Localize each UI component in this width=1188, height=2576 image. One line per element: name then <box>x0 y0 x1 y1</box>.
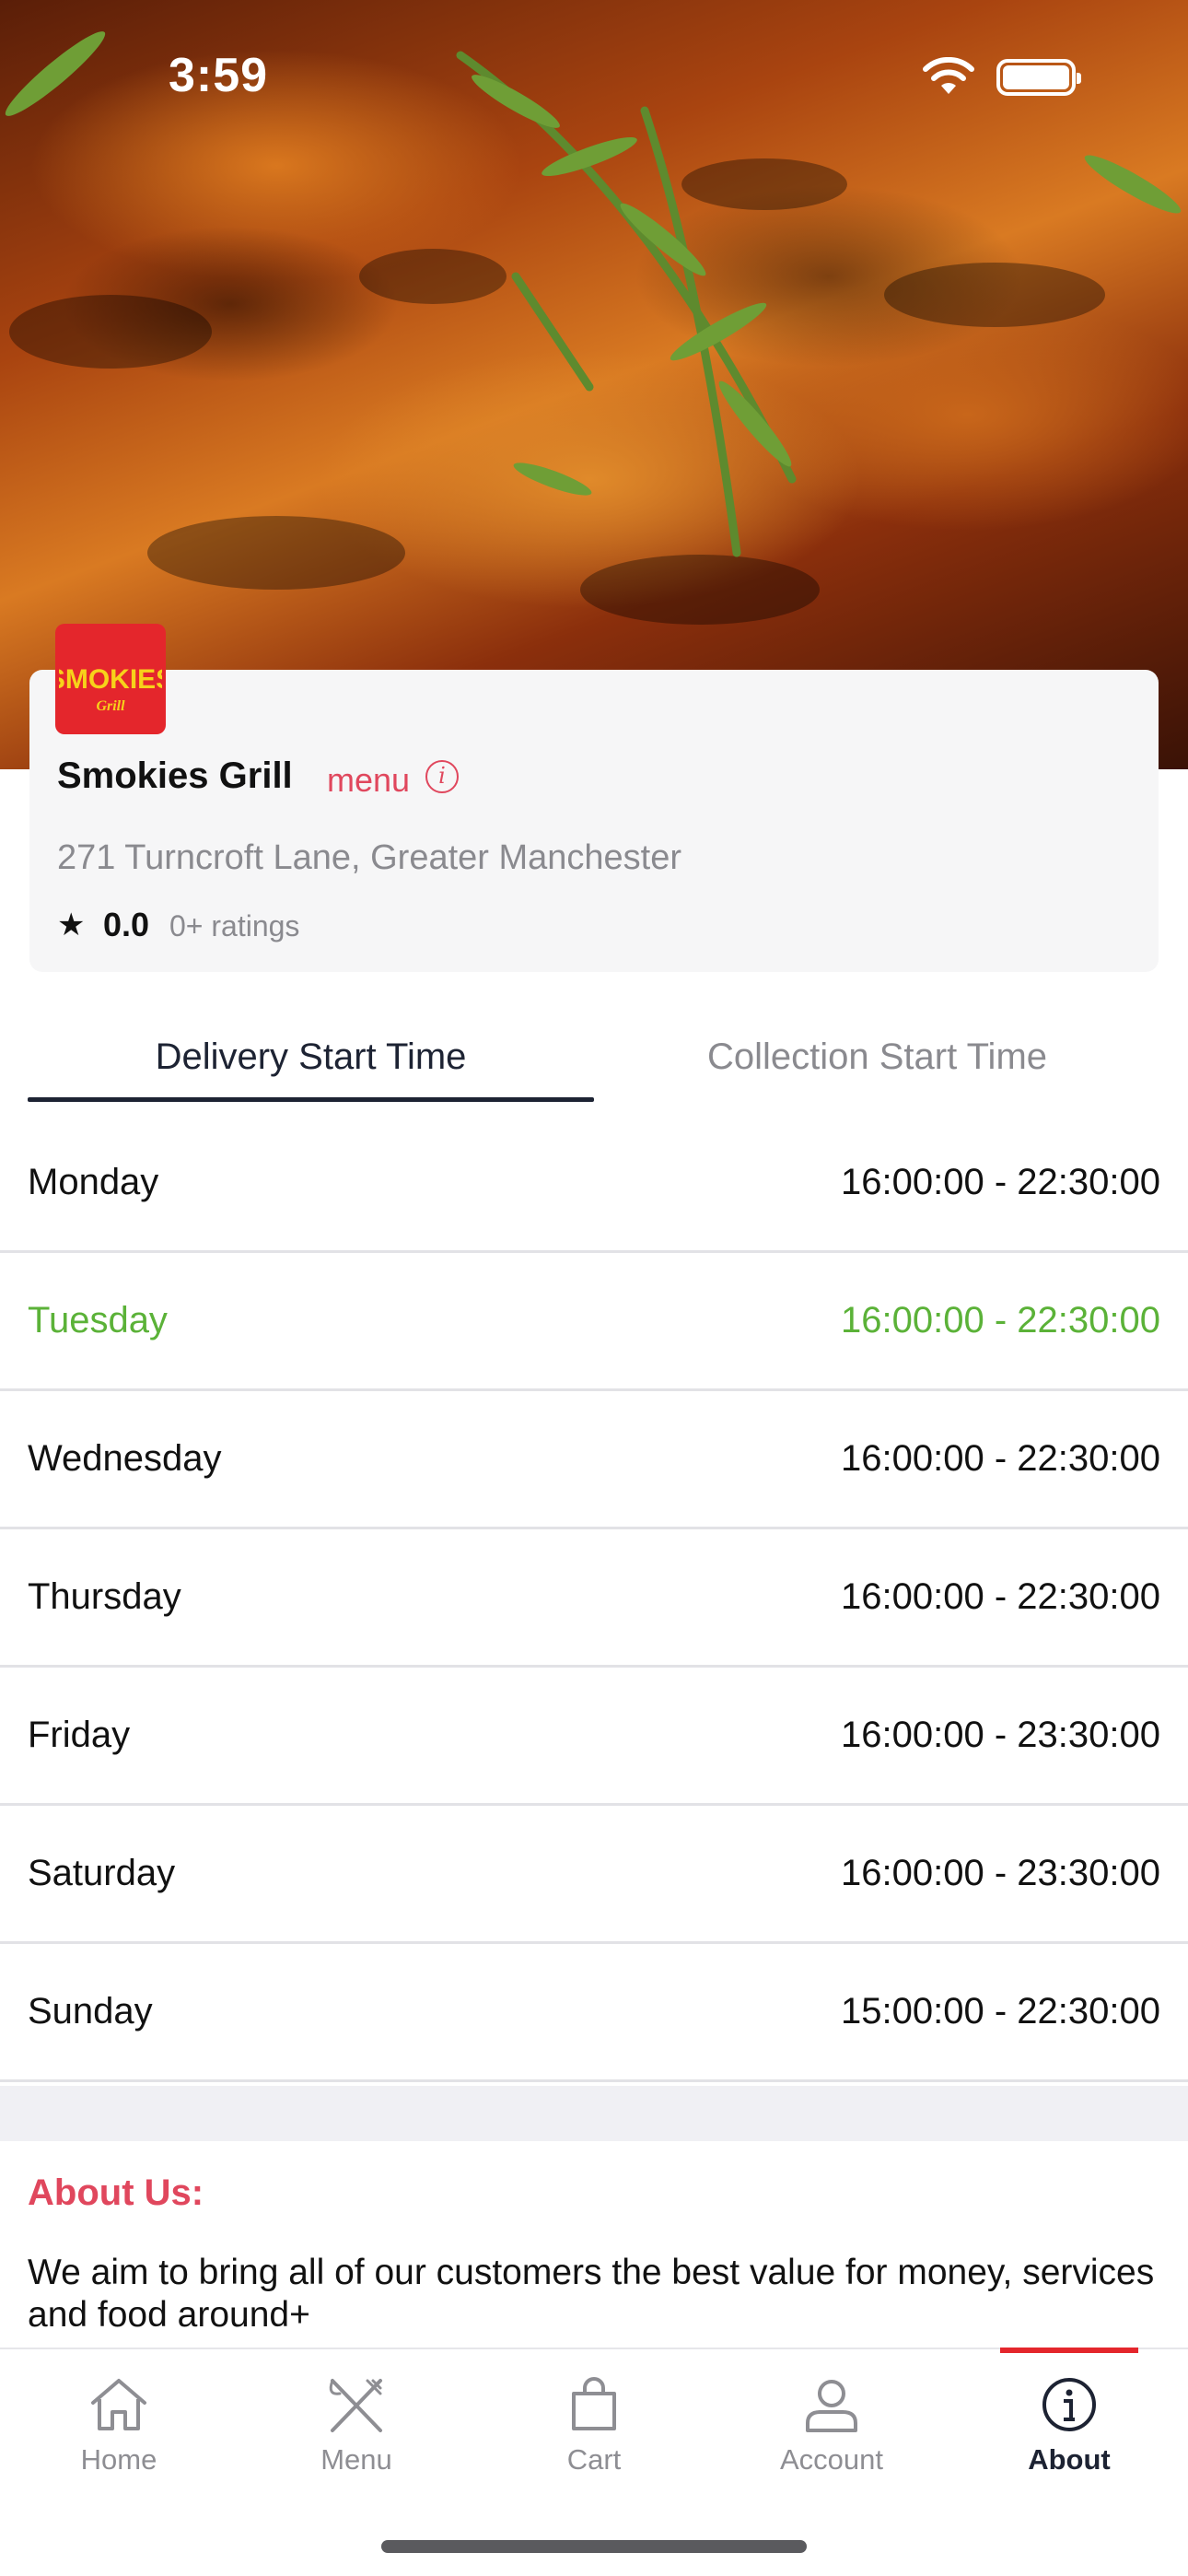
smokies-logo-icon: SMOKIES Grill <box>59 664 162 714</box>
bag-icon <box>572 2377 616 2430</box>
restaurant-name: Smokies Grill <box>57 755 293 796</box>
hours-label: 16:00:00 - 23:30:00 <box>841 1715 1160 1755</box>
home-indicator[interactable] <box>381 2540 807 2553</box>
day-label: Friday <box>28 1715 131 1755</box>
hours-label: 16:00:00 - 22:30:00 <box>841 1438 1160 1479</box>
tab-account-label: Account <box>779 2443 883 2476</box>
hours-label: 16:00:00 - 23:30:00 <box>841 1853 1160 1893</box>
section-divider <box>0 2086 1188 2141</box>
hours-label: 16:00:00 - 22:30:00 <box>841 1162 1160 1202</box>
about-title: About Us: <box>28 2172 204 2213</box>
person-icon <box>806 2380 857 2432</box>
tab-menu[interactable]: Menu <box>238 2349 475 2497</box>
tab-account[interactable]: Account <box>713 2349 950 2497</box>
day-label: Saturday <box>28 1853 176 1893</box>
rating-value: 0.0 <box>103 906 150 943</box>
day-label: Tuesday <box>28 1300 168 1341</box>
tab-home-label: Home <box>80 2443 157 2476</box>
tab-cart[interactable]: Cart <box>475 2349 713 2497</box>
info-icon[interactable]: i <box>425 760 459 793</box>
day-label: Wednesday <box>28 1438 222 1479</box>
hours-label: 16:00:00 - 22:30:00 <box>841 1300 1160 1341</box>
tab-collection-start-time[interactable]: Collection Start Time <box>594 1036 1160 1078</box>
food-photo-decoration <box>5 31 1182 625</box>
schedule-row-sunday: Sunday 15:00:00 - 22:30:00 <box>0 1944 1188 2082</box>
battery-icon <box>996 59 1081 96</box>
tab-about[interactable]: About <box>950 2349 1188 2497</box>
schedule-row-tuesday: Tuesday 16:00:00 - 22:30:00 <box>0 1253 1188 1391</box>
star-icon: ★ <box>57 907 86 943</box>
tab-delivery-start-time[interactable]: Delivery Start Time <box>28 1036 594 1078</box>
day-label: Sunday <box>28 1991 153 2032</box>
info-icon <box>1042 2378 1096 2431</box>
schedule-row-thursday: Thursday 16:00:00 - 22:30:00 <box>0 1529 1188 1668</box>
schedule-row-monday: Monday 16:00:00 - 22:30:00 <box>0 1115 1188 1253</box>
hours-label: 16:00:00 - 22:30:00 <box>841 1576 1160 1617</box>
svg-text:SMOKIES: SMOKIES <box>59 664 162 695</box>
about-text: We aim to bring all of our customers the… <box>28 2253 1155 2335</box>
tab-about-label: About <box>1028 2443 1111 2476</box>
svg-text:Grill: Grill <box>96 698 125 714</box>
restaurant-logo: SMOKIES Grill <box>55 624 166 734</box>
wifi-icon <box>923 57 974 94</box>
fork-knife-icon <box>329 2379 382 2432</box>
menu-link[interactable]: menu <box>327 761 410 800</box>
home-icon <box>91 2379 146 2430</box>
schedule-row-friday: Friday 16:00:00 - 23:30:00 <box>0 1668 1188 1806</box>
status-icons <box>921 57 1081 98</box>
hero-image <box>0 0 1188 769</box>
tab-home[interactable]: Home <box>0 2349 238 2497</box>
active-tab-indicator <box>28 1097 594 1102</box>
day-label: Monday <box>28 1162 159 1202</box>
hours-label: 15:00:00 - 22:30:00 <box>841 1991 1160 2032</box>
day-label: Thursday <box>28 1576 181 1617</box>
tab-menu-label: Menu <box>320 2443 392 2476</box>
restaurant-address: 271 Turncroft Lane, Greater Manchester <box>57 838 682 877</box>
schedule-row-wednesday: Wednesday 16:00:00 - 22:30:00 <box>0 1391 1188 1529</box>
schedule-row-saturday: Saturday 16:00:00 - 23:30:00 <box>0 1806 1188 1944</box>
opening-hours-list: Monday 16:00:00 - 22:30:00 Tuesday 16:00… <box>0 1115 1188 2082</box>
status-time: 3:59 <box>169 49 269 102</box>
tab-cart-label: Cart <box>566 2443 622 2476</box>
rating-count: 0+ ratings <box>169 909 300 943</box>
